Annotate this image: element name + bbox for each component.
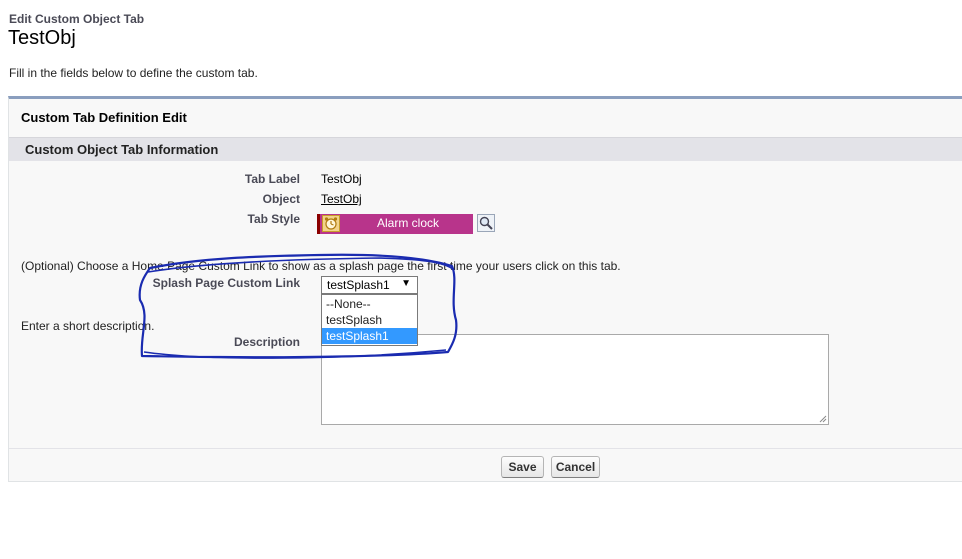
section-title: Custom Object Tab Information — [25, 142, 219, 157]
page-title: TestObj — [8, 27, 76, 49]
tab-label-label: Tab Label — [244, 172, 300, 186]
splash-link-options: --None-- testSplash testSplash1 — [321, 294, 418, 346]
save-button[interactable]: Save — [501, 456, 544, 478]
tab-definition-panel: Custom Tab Definition Edit Custom Object… — [8, 96, 962, 482]
splash-instruction: (Optional) Choose a Home Page Custom Lin… — [21, 259, 621, 273]
section-header: Custom Object Tab Information — [9, 137, 962, 161]
option-none[interactable]: --None-- — [322, 296, 417, 312]
splash-link-selected: testSplash1 — [327, 278, 390, 292]
object-label: Object — [262, 192, 300, 206]
tab-style-label: Tab Style — [247, 212, 300, 226]
option-testsplash1[interactable]: testSplash1 — [322, 328, 417, 344]
footer-divider — [9, 448, 962, 449]
tab-style-swatch[interactable]: Alarm clock — [317, 214, 473, 234]
description-instruction: Enter a short description. — [21, 319, 155, 333]
lookup-icon[interactable] — [477, 214, 495, 232]
option-testsplash[interactable]: testSplash — [322, 312, 417, 328]
object-link[interactable]: TestObj — [321, 192, 362, 206]
cancel-button[interactable]: Cancel — [551, 456, 600, 478]
splash-link-select[interactable]: testSplash1 ▼ — [321, 276, 418, 294]
tab-label-value: TestObj — [321, 172, 362, 186]
dropdown-caret-icon: ▼ — [401, 278, 411, 289]
alarm-clock-icon — [322, 215, 340, 232]
splash-link-label: Splash Page Custom Link — [152, 276, 300, 290]
resize-grip-icon[interactable] — [818, 414, 827, 423]
intro-text: Fill in the fields below to define the c… — [9, 66, 258, 80]
description-textarea[interactable] — [321, 334, 829, 425]
page-eyebrow: Edit Custom Object Tab — [9, 12, 145, 26]
description-label: Description — [233, 335, 300, 349]
panel-title: Custom Tab Definition Edit — [21, 110, 187, 125]
tab-style-name: Alarm clock — [377, 216, 440, 230]
